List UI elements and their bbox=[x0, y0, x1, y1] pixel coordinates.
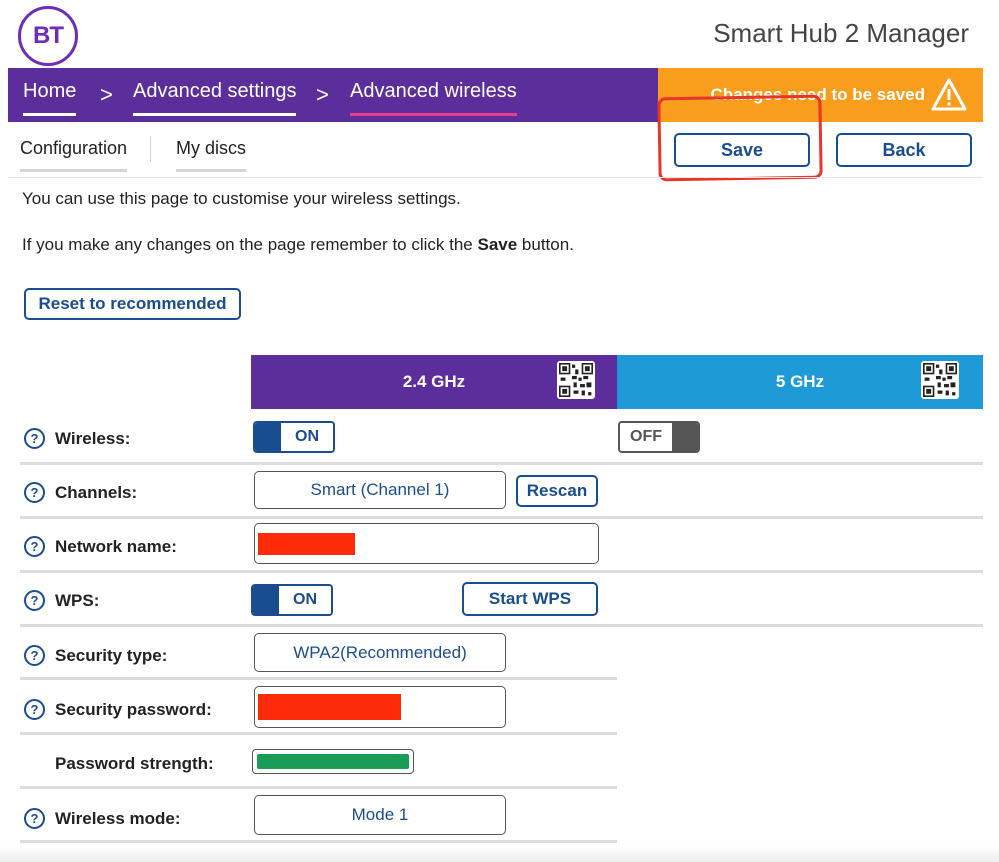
breadcrumb-advanced-settings[interactable]: Advanced settings bbox=[133, 80, 297, 116]
row-divider bbox=[20, 677, 617, 680]
row-divider bbox=[20, 570, 983, 573]
row-divider bbox=[20, 516, 983, 519]
bt-logo[interactable]: BT bbox=[18, 6, 78, 66]
password-strength-label: Password strength: bbox=[55, 754, 214, 773]
help-icon[interactable]: ? bbox=[24, 808, 45, 829]
breadcrumb-separator: > bbox=[316, 82, 329, 107]
tab-my-discs[interactable]: My discs bbox=[176, 138, 247, 172]
breadcrumb-separator: > bbox=[100, 82, 113, 107]
tab-divider bbox=[150, 136, 151, 162]
security-password-input[interactable] bbox=[254, 686, 506, 728]
breadcrumb-home[interactable]: Home bbox=[23, 80, 77, 116]
save-reminder-prefix: If you make any changes on the page reme… bbox=[22, 235, 478, 254]
password-strength-fill bbox=[257, 754, 409, 769]
toggle-state: OFF bbox=[620, 423, 672, 451]
breadcrumb-advanced-wireless[interactable]: Advanced wireless bbox=[350, 80, 517, 116]
row-divider bbox=[20, 840, 617, 843]
save-reminder-suffix: button. bbox=[517, 235, 574, 254]
security-type-select[interactable]: WPA2(Recommended) bbox=[254, 633, 506, 672]
wireless-2-4ghz-toggle[interactable]: ON bbox=[253, 421, 335, 453]
help-icon[interactable]: ? bbox=[24, 699, 45, 720]
intro-text: You can use this page to customise your … bbox=[22, 189, 461, 208]
band-2-4ghz-label: 2.4 GHz bbox=[402, 372, 466, 391]
redacted-value bbox=[258, 694, 401, 720]
wireless-5ghz-toggle[interactable]: OFF bbox=[618, 421, 700, 453]
help-icon[interactable]: ? bbox=[24, 590, 45, 611]
security-password-label: Security password: bbox=[55, 700, 212, 719]
wireless-mode-label: Wireless mode: bbox=[55, 809, 181, 828]
password-strength-meter bbox=[252, 749, 414, 774]
row-divider bbox=[20, 786, 617, 789]
help-icon[interactable]: ? bbox=[24, 428, 45, 449]
network-name-label: Network name: bbox=[55, 537, 177, 556]
wps-toggle[interactable]: ON bbox=[251, 584, 333, 616]
back-button[interactable]: Back bbox=[836, 133, 972, 167]
warning-icon bbox=[931, 78, 967, 111]
toggle-knob bbox=[253, 586, 279, 614]
page-bottom-shadow bbox=[0, 846, 999, 862]
start-wps-button[interactable]: Start WPS bbox=[462, 582, 598, 616]
wireless-mode-select[interactable]: Mode 1 bbox=[254, 795, 506, 835]
row-divider bbox=[20, 732, 617, 735]
security-type-label: Security type: bbox=[55, 646, 168, 665]
band-5ghz-label: 5 GHz bbox=[775, 372, 825, 391]
wps-label: WPS: bbox=[55, 591, 100, 610]
channels-label: Channels: bbox=[55, 483, 138, 502]
header-divider bbox=[8, 177, 983, 178]
toggle-state: ON bbox=[279, 586, 331, 614]
tab-configuration[interactable]: Configuration bbox=[20, 138, 128, 172]
redacted-value bbox=[258, 532, 355, 555]
save-reminder-bold: Save bbox=[477, 235, 518, 254]
qr-code-icon[interactable] bbox=[557, 361, 595, 399]
save-highlight-annotation bbox=[657, 94, 823, 182]
toggle-knob bbox=[672, 423, 698, 451]
app-title: Smart Hub 2 Manager bbox=[713, 18, 969, 48]
help-icon[interactable]: ? bbox=[24, 536, 45, 557]
breadcrumb: Home > Advanced settings > Advanced wire… bbox=[8, 68, 658, 122]
toggle-state: ON bbox=[281, 423, 333, 451]
row-divider bbox=[20, 462, 983, 465]
channels-select[interactable]: Smart (Channel 1) bbox=[254, 471, 506, 509]
row-divider bbox=[20, 624, 983, 627]
network-name-input[interactable] bbox=[254, 523, 599, 564]
reset-to-recommended-button[interactable]: Reset to recommended bbox=[24, 288, 241, 320]
help-icon[interactable]: ? bbox=[24, 645, 45, 666]
wireless-label: Wireless: bbox=[55, 429, 131, 448]
help-icon[interactable]: ? bbox=[24, 482, 45, 503]
rescan-button[interactable]: Rescan bbox=[516, 475, 598, 507]
toggle-knob bbox=[255, 423, 281, 451]
qr-code-icon[interactable] bbox=[921, 361, 959, 399]
save-reminder-text: If you make any changes on the page reme… bbox=[22, 235, 574, 255]
